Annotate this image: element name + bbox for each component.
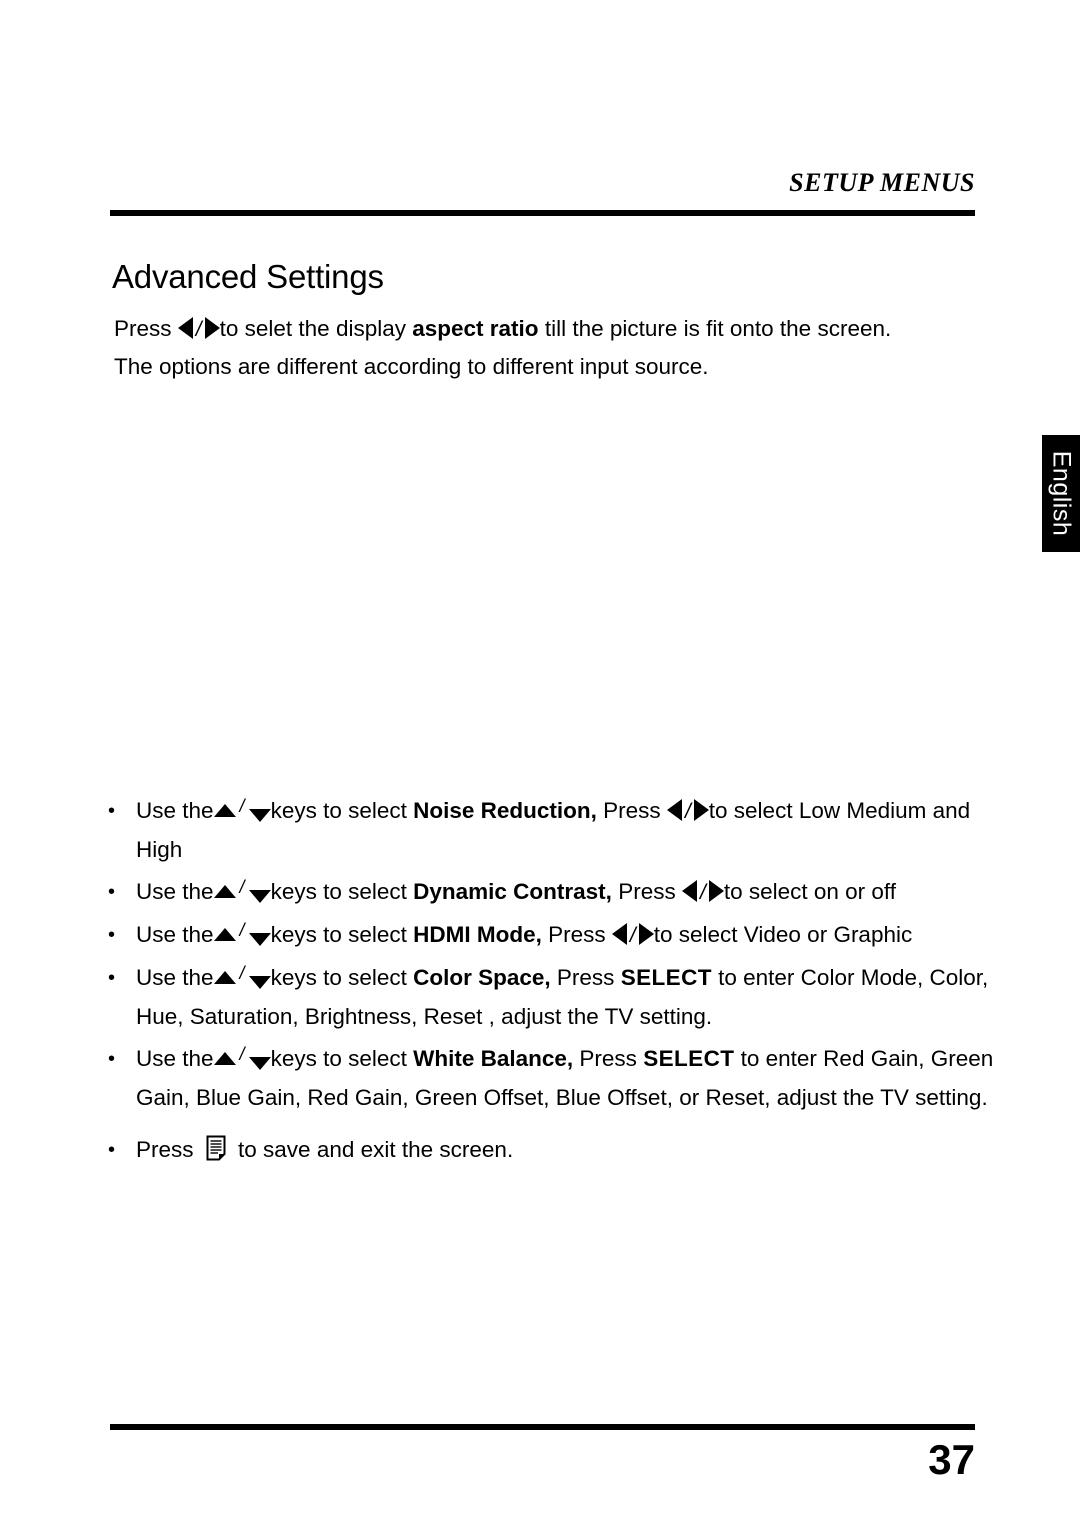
arrow-separator: /	[699, 881, 706, 904]
arrow-separator: /	[239, 963, 245, 983]
footer-rule	[110, 1424, 975, 1430]
down-arrow-icon	[248, 929, 271, 946]
list-item: • Use the / keys to select Dynamic Contrast…	[104, 873, 1004, 912]
bullet-press: Press	[550, 965, 621, 990]
bullet-options: to select Video or Graphic	[653, 922, 913, 947]
arrow-separator: /	[239, 796, 245, 816]
arrow-separator: /	[239, 1044, 245, 1064]
down-arrow-icon	[248, 1053, 271, 1070]
right-arrow-icon	[693, 796, 709, 821]
bullet-marker: •	[108, 967, 116, 989]
bullet-press: Press	[541, 922, 612, 947]
down-arrow-icon	[248, 805, 271, 822]
language-tab: English	[1042, 435, 1080, 552]
bullet-keys-to-select: keys to select	[270, 879, 414, 904]
bullet-setting-name: White Balance,	[413, 1046, 574, 1071]
bullet-press: Press	[596, 798, 667, 823]
bullet-marker: •	[108, 800, 116, 822]
bullet-use-the: Use the	[136, 798, 214, 823]
bullet-press: Press	[611, 879, 682, 904]
figure-placeholder	[114, 392, 994, 782]
intro-line-2: The options are different according to d…	[114, 354, 709, 379]
running-head: SETUP MENUS	[789, 168, 975, 197]
list-item: • Use the / keys to select Color Space, Pre…	[104, 959, 1004, 1036]
down-arrow-icon	[248, 972, 271, 989]
intro-text-after-arrows: to selet the display	[219, 316, 413, 341]
bullet-use-the: Use the	[136, 922, 214, 947]
page-title: Advanced Settings	[112, 258, 384, 295]
left-arrow-icon	[666, 796, 682, 821]
bullet-options: to save and exit the screen.	[231, 1137, 514, 1162]
bullet-setting-name: Dynamic Contrast,	[413, 879, 612, 904]
left-arrow-icon	[177, 314, 193, 339]
list-item: • Use the / keys to select HDMI Mode, Press…	[104, 916, 1004, 955]
list-item: • Use the / keys to select White Balance, P…	[104, 1040, 1004, 1117]
bullet-options: to select on or off	[723, 879, 897, 904]
instruction-list: • Use the / keys to select Noise Reduction,…	[104, 792, 1004, 1177]
bullet-press-label: Press	[136, 1137, 194, 1162]
up-arrow-icon	[213, 928, 236, 942]
intro-paragraph: Press / to selet the display aspect ratio…	[114, 310, 994, 385]
intro-text-tail: till the picture is fit onto the screen.	[538, 316, 892, 341]
arrow-separator: /	[195, 318, 202, 341]
bullet-keys-to-select: keys to select	[270, 798, 414, 823]
up-arrow-icon	[213, 1052, 236, 1066]
bullet-use-the: Use the	[136, 1046, 214, 1071]
up-arrow-icon	[213, 971, 236, 985]
language-tab-label: English	[1047, 450, 1076, 537]
left-arrow-icon	[681, 877, 697, 902]
bullet-use-the: Use the	[136, 879, 214, 904]
arrow-separator: /	[239, 877, 245, 897]
arrow-separator: /	[629, 924, 636, 947]
manual-page: SETUP MENUS Advanced Settings Press / to …	[0, 0, 1080, 1529]
bullet-press: Press	[573, 1046, 644, 1071]
header-rule	[110, 210, 975, 216]
bullet-marker: •	[108, 881, 116, 903]
bullet-setting-name: HDMI Mode,	[413, 922, 542, 947]
select-key-label: SELECT	[620, 965, 712, 990]
bullet-marker: •	[108, 1139, 116, 1161]
bullet-setting-name: Color Space,	[413, 965, 551, 990]
arrow-separator: /	[684, 800, 691, 823]
up-arrow-icon	[213, 885, 236, 899]
bullet-keys-to-select: keys to select	[270, 965, 414, 990]
bullet-keys-to-select: keys to select	[270, 922, 414, 947]
bullet-marker: •	[108, 924, 116, 946]
left-arrow-icon	[611, 920, 627, 945]
select-key-label: SELECT	[643, 1046, 735, 1071]
up-arrow-icon	[213, 804, 236, 818]
right-arrow-icon	[708, 877, 724, 902]
right-arrow-icon	[204, 314, 220, 339]
page-number: 37	[928, 1436, 975, 1483]
list-item: • Use the / keys to select Noise Reduction,…	[104, 792, 1004, 869]
bullet-setting-name: Noise Reduction,	[413, 798, 597, 823]
bullet-keys-to-select: keys to select	[270, 1046, 414, 1071]
right-arrow-icon	[638, 920, 654, 945]
intro-bold-term: aspect ratio	[412, 316, 539, 341]
list-item: • Press to save and exit the screen.	[104, 1131, 1004, 1173]
menu-key-icon	[206, 1135, 226, 1173]
down-arrow-icon	[248, 886, 271, 903]
bullet-marker: •	[108, 1048, 116, 1070]
intro-press-label: Press	[114, 316, 172, 341]
bullet-use-the: Use the	[136, 965, 214, 990]
arrow-separator: /	[239, 920, 245, 940]
